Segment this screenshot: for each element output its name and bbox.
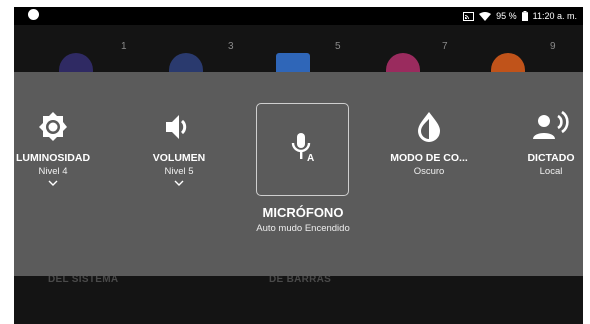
page-number: 3 bbox=[228, 41, 234, 52]
page-number: 7 bbox=[442, 41, 448, 52]
tile-contrast-mode[interactable]: MODO DE CO... Oscuro bbox=[374, 110, 484, 177]
status-right: 95 % 11:20 a. m. bbox=[463, 7, 577, 25]
battery-icon bbox=[521, 11, 528, 21]
quick-settings-panel: LUMINOSIDAD Nivel 4 VOLUMEN Nivel 5 A MI… bbox=[14, 72, 583, 276]
tile-subtitle: Oscuro bbox=[413, 166, 445, 177]
battery-percent: 95 % bbox=[496, 11, 517, 21]
tile-subtitle: Local bbox=[539, 166, 563, 177]
tile-title: VOLUMEN bbox=[152, 152, 206, 164]
screen-cast-icon bbox=[463, 11, 475, 21]
volume-icon bbox=[134, 110, 224, 144]
page-number: 1 bbox=[121, 41, 127, 52]
tile-title: LUMINOSIDAD bbox=[15, 152, 91, 164]
tile-dictation[interactable]: DICTADO Local bbox=[506, 110, 583, 177]
tile-title: DICTADO bbox=[527, 152, 575, 164]
microphone-icon: A bbox=[286, 130, 320, 169]
page-number: 9 bbox=[550, 41, 556, 52]
tile-brightness[interactable]: LUMINOSIDAD Nivel 4 bbox=[14, 110, 98, 186]
brightness-icon bbox=[14, 110, 98, 144]
tile-microphone[interactable]: A bbox=[256, 103, 349, 196]
page-number: 5 bbox=[335, 41, 341, 52]
tile-volume[interactable]: VOLUMEN Nivel 5 bbox=[134, 110, 224, 186]
clock: 11:20 a. m. bbox=[532, 11, 577, 21]
selected-tile-title: MICRÓFONO bbox=[262, 205, 344, 220]
svg-text:A: A bbox=[307, 153, 314, 164]
contrast-icon bbox=[374, 110, 484, 144]
wifi-icon bbox=[479, 11, 492, 21]
tile-subtitle: Nivel 5 bbox=[164, 166, 194, 177]
tile-title: MODO DE CO... bbox=[390, 152, 468, 164]
status-bar: 95 % 11:20 a. m. bbox=[14, 7, 583, 25]
dictation-icon bbox=[506, 110, 583, 144]
notification-dot-icon bbox=[28, 9, 39, 20]
tile-subtitle: Nivel 4 bbox=[38, 166, 68, 177]
screen: 95 % 11:20 a. m. 1 3 5 7 9 DEL SISTEMA D… bbox=[14, 7, 583, 324]
chevron-down-icon[interactable] bbox=[14, 180, 98, 186]
selected-tile-subtitle: Auto mudo Encendido bbox=[256, 223, 350, 234]
chevron-down-icon[interactable] bbox=[134, 180, 224, 186]
